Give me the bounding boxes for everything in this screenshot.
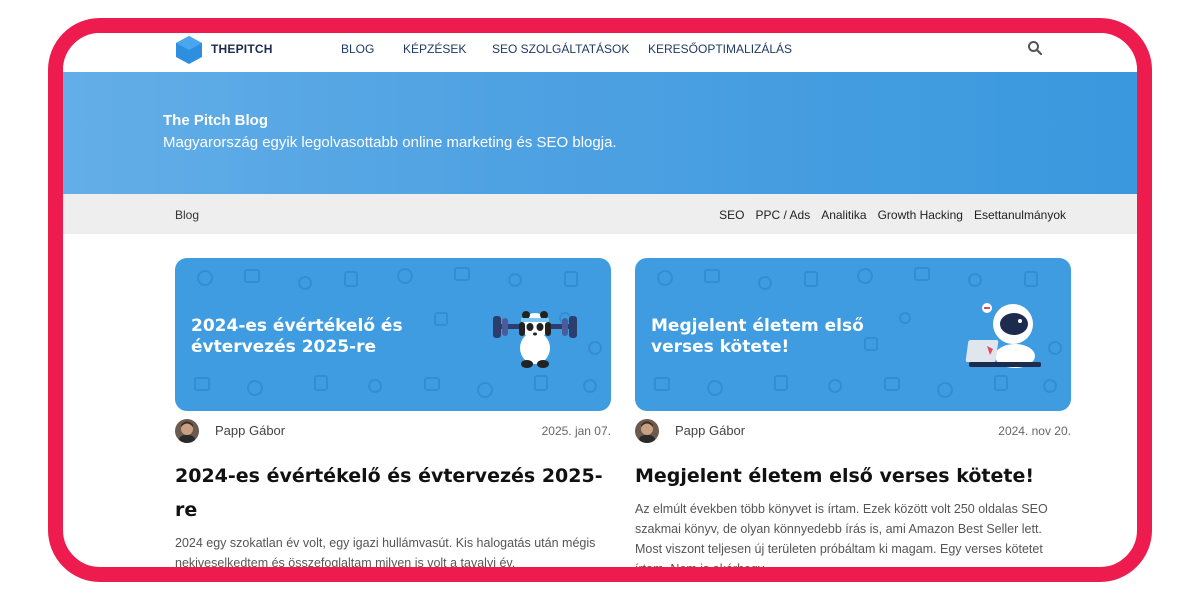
post-excerpt: 2024 egy szokatlan év volt, egy igazi hu… [175,536,596,570]
category-seo[interactable]: SEO [719,208,744,222]
post-meta: Papp Gábor 2024. nov 20. [635,411,1071,449]
hero-subtitle: Magyarország egyik legolvasottabb online… [163,134,617,151]
post-excerpt: Az elmúlt években több könyvet is írtam.… [635,502,1048,576]
post-banner-image[interactable]: Megjelent életem első verses kötete! [635,258,1071,411]
nav-item-blog[interactable]: BLOG [341,42,374,56]
post-meta: Papp Gábor 2025. jan 07. [175,411,611,449]
breadcrumb-blog[interactable]: Blog [175,208,199,222]
category-ppc-ads[interactable]: PPC / Ads [756,208,811,222]
category-analitika[interactable]: Analitika [821,208,866,222]
search-icon[interactable] [1027,40,1043,56]
panda-barbell-icon [493,311,577,368]
hero-title: The Pitch Blog [163,112,268,129]
top-navigation: THEPITCH BLOG KÉPZÉSEK SEO SZOLGÁLTATÁSO… [63,33,1137,72]
nav-item-kepzesek[interactable]: KÉPZÉSEK [403,42,466,56]
category-growth-hacking[interactable]: Growth Hacking [878,208,963,222]
author-name[interactable]: Papp Gábor [675,423,745,438]
author-name[interactable]: Papp Gábor [215,423,285,438]
banner-title: 2024-es évértékelő és évtervezés 2025-re [191,316,403,357]
category-esettanulmanyok[interactable]: Esettanulmányok [974,208,1066,222]
category-bar: Blog SEO PPC / Ads Analitika Growth Hack… [63,194,1137,234]
logo-text[interactable]: THEPITCH [211,42,273,56]
hexagon-logo-icon[interactable] [174,35,204,65]
avatar[interactable] [175,419,199,443]
avatar[interactable] [635,419,659,443]
post-card[interactable]: Megjelent életem első verses kötete! Pap… [635,258,1071,576]
astronaut-laptop-icon [965,303,1041,368]
screenshot-frame: THEPITCH BLOG KÉPZÉSEK SEO SZOLGÁLTATÁSO… [48,18,1152,582]
post-date: 2025. jan 07. [541,424,611,438]
post-title[interactable]: Megjelent életem első verses kötete! [635,459,1071,493]
hero-banner: The Pitch Blog Magyarország egyik legolv… [63,72,1137,194]
post-title[interactable]: 2024-es évértékelő és évtervezés 2025-re [175,459,611,527]
category-links: SEO PPC / Ads Analitika Growth Hacking E… [719,208,1066,222]
post-date: 2024. nov 20. [998,424,1071,438]
post-banner-image[interactable]: 2024-es évértékelő és évtervezés 2025-re [175,258,611,411]
nav-item-keresooptimalizalas[interactable]: KERESŐOPTIMALIZÁLÁS [648,42,792,56]
banner-title: Megjelent életem első verses kötete! [651,316,864,357]
post-card[interactable]: 2024-es évértékelő és évtervezés 2025-re [175,258,611,570]
nav-item-seo-szolgaltatasok[interactable]: SEO SZOLGÁLTATÁSOK [492,42,629,56]
